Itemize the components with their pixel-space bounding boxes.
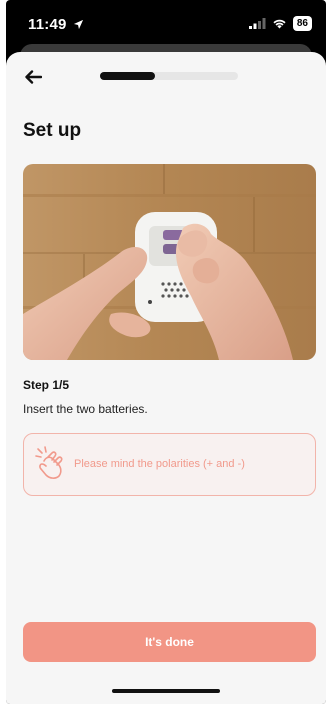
polarity-tip-card: Please mind the polarities (+ and -): [23, 433, 316, 496]
location-arrow-icon: [73, 19, 84, 30]
wifi-icon: [273, 19, 286, 29]
battery-install-photo: [23, 164, 316, 360]
status-time-text: 11:49: [28, 16, 67, 33]
status-bar: 11:49 86: [6, 0, 326, 46]
status-icons: 86: [248, 16, 312, 31]
home-indicator[interactable]: [112, 689, 220, 693]
polarity-tip-text: Please mind the polarities (+ and -): [74, 458, 245, 470]
phone-frame: 11:49 86 Set up Step 1/5 Insert the two …: [6, 0, 326, 704]
cellular-signal-icon: [248, 18, 266, 29]
step-label: Step 1/5: [23, 378, 70, 392]
step-description: Insert the two batteries.: [23, 402, 148, 416]
setup-sheet: Set up Step 1/5 Insert the two batteries…: [6, 52, 326, 704]
back-button[interactable]: [22, 66, 44, 88]
setup-progress-fill: [100, 72, 156, 80]
status-time: 11:49: [28, 16, 84, 33]
battery-icon: 86: [292, 16, 312, 31]
snapping-fingers-icon: [35, 446, 63, 479]
its-done-button[interactable]: It's done: [23, 622, 316, 662]
arrow-left-icon: [25, 70, 42, 84]
setup-progress-bar: [100, 72, 238, 80]
page-title: Set up: [23, 120, 82, 141]
setup-illustration: [23, 164, 316, 360]
